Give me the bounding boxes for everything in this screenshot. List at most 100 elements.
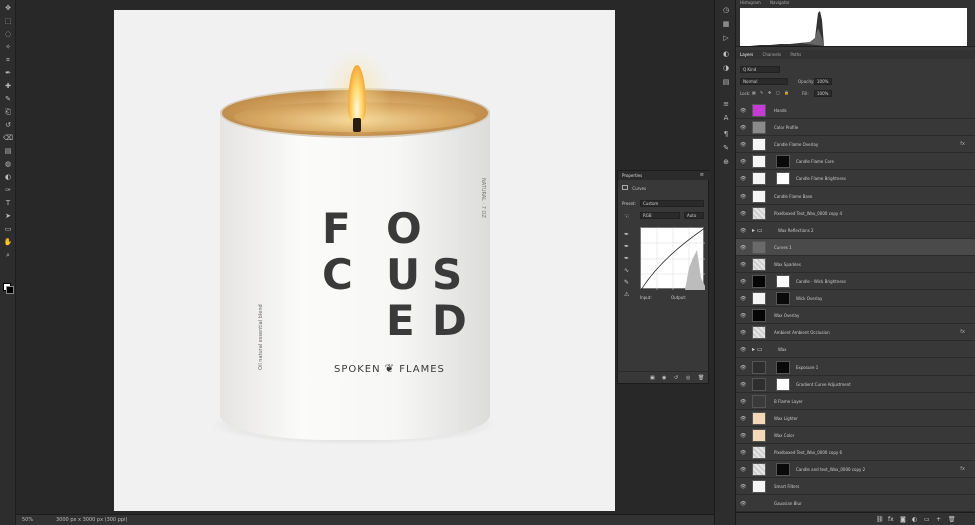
layer-thumbnail[interactable]: [752, 104, 766, 117]
layer-effects-icon[interactable]: fx: [960, 141, 965, 147]
tab-histogram[interactable]: Histogram: [740, 0, 761, 5]
tab-navigator[interactable]: Navigator: [770, 0, 790, 5]
link-layers-icon[interactable]: ⛓: [876, 516, 884, 523]
layer-thumbnail[interactable]: [752, 377, 766, 391]
dodge-icon[interactable]: ◐: [3, 173, 13, 181]
layer-row[interactable]: 👁 Gradient Curve Adjustment: [736, 376, 975, 393]
layer-thumbnail[interactable]: [752, 189, 766, 203]
layer-thumbnail[interactable]: [752, 155, 766, 169]
clip-layer-icon[interactable]: ▣: [650, 375, 655, 381]
adjustments-icon[interactable]: ◑: [721, 64, 731, 74]
layer-thumbnail[interactable]: [752, 326, 766, 340]
layer-thumbnail[interactable]: [752, 394, 766, 408]
visibility-eye-icon[interactable]: 👁: [740, 365, 746, 371]
history-icon[interactable]: ◷: [721, 6, 731, 16]
type-icon[interactable]: T: [3, 199, 13, 207]
blur-icon[interactable]: ◍: [3, 160, 13, 168]
layer-row[interactable]: 👁 Wax Color: [736, 427, 975, 444]
layer-mask-thumbnail[interactable]: [776, 155, 790, 169]
tab-channels[interactable]: Channels: [763, 50, 782, 57]
layer-thumbnail[interactable]: [752, 411, 766, 425]
pen-icon[interactable]: ✑: [3, 186, 13, 194]
healing-icon[interactable]: ✚: [3, 82, 13, 90]
panel-menu-icon[interactable]: ≡: [700, 172, 704, 178]
zoom-level[interactable]: 50%: [22, 517, 33, 523]
preset-select[interactable]: Custom: [640, 200, 704, 207]
layer-thumbnail[interactable]: [752, 360, 766, 374]
layer-row[interactable]: 👁 Curves 1: [736, 238, 975, 256]
folder-icon[interactable]: ▸ ▭: [752, 227, 763, 234]
history-brush-icon[interactable]: ↺: [3, 121, 13, 129]
lock-all-icon[interactable]: 🔒: [784, 90, 789, 95]
zoom-icon[interactable]: ⌕: [3, 251, 13, 259]
visibility-eye-icon[interactable]: 👁: [740, 484, 746, 490]
layer-row[interactable]: 👁 ▸ ▭ Wax: [736, 341, 975, 359]
hand-adjust-icon[interactable]: ☜: [624, 213, 632, 221]
visibility-eye-icon[interactable]: 👁: [740, 125, 746, 131]
curves-graph[interactable]: [640, 227, 706, 291]
layer-row[interactable]: 👁 Gaussian Blur: [736, 495, 975, 513]
layer-row[interactable]: 👁 Candle Flame Overlay fx: [736, 136, 975, 154]
view-previous-icon[interactable]: ◉: [662, 375, 666, 381]
layer-thumbnail[interactable]: [752, 480, 766, 494]
layer-row[interactable]: 👁 Candle Flame Base: [736, 188, 975, 205]
tab-paths[interactable]: Paths: [790, 50, 801, 57]
layer-style-icon[interactable]: fx: [888, 516, 894, 523]
sample-white-icon[interactable]: ✒: [624, 255, 632, 263]
shape-icon[interactable]: ▭: [3, 225, 13, 233]
visibility-eye-icon[interactable]: 👁: [740, 399, 746, 405]
layer-row[interactable]: 👁 Color Profile: [736, 119, 975, 137]
clone-source-icon[interactable]: ⊕: [721, 158, 731, 168]
layer-row[interactable]: 👁 Wax Sparkles: [736, 256, 975, 273]
layer-thumbnail[interactable]: [752, 240, 766, 254]
layer-mask-thumbnail[interactable]: [776, 377, 790, 391]
stamp-icon[interactable]: ⎗: [3, 108, 13, 116]
crop-icon[interactable]: ⌗: [3, 56, 13, 64]
brush-settings-icon[interactable]: ✎: [721, 144, 731, 154]
layer-row[interactable]: 👁 Candle - Wick Brightness: [736, 273, 975, 290]
layer-mask-thumbnail[interactable]: [776, 292, 790, 306]
new-group-icon[interactable]: ▭: [924, 516, 930, 523]
sample-black-icon[interactable]: ✒: [624, 231, 632, 239]
visibility-eye-icon[interactable]: 👁: [740, 262, 746, 268]
document-canvas[interactable]: F O C U S E D SPOKEN ❦ FLAMES Oil natura…: [114, 10, 615, 511]
marquee-icon[interactable]: ⬚: [3, 17, 13, 25]
path-select-icon[interactable]: ➤: [3, 212, 13, 220]
lock-paint-icon[interactable]: ✎: [760, 90, 763, 95]
visibility-eye-icon[interactable]: 👁: [740, 211, 746, 217]
visibility-eye-icon[interactable]: 👁: [740, 228, 746, 234]
visibility-eye-icon[interactable]: 👁: [740, 467, 746, 473]
visibility-eye-icon[interactable]: 👁: [740, 416, 746, 422]
eraser-icon[interactable]: ⌫: [3, 134, 13, 142]
layer-thumbnail[interactable]: [752, 121, 766, 135]
visibility-eye-icon[interactable]: 👁: [740, 382, 746, 388]
visibility-eye-icon[interactable]: 👁: [740, 450, 746, 456]
new-layer-icon[interactable]: +: [936, 516, 941, 523]
layer-row[interactable]: 👁 Candle Flame Brightness: [736, 170, 975, 188]
visibility-eye-icon[interactable]: 👁: [740, 501, 746, 507]
lock-artboard-icon[interactable]: ▢: [776, 90, 780, 95]
layer-row[interactable]: 👁 Pixelboxed Text_Wax_0000 copy 4: [736, 205, 975, 222]
layer-row[interactable]: 👁 Candle Flame Core: [736, 153, 975, 171]
pencil-icon[interactable]: ✎: [624, 279, 632, 287]
folder-icon[interactable]: ▸ ▭: [752, 346, 763, 353]
layer-thumbnail[interactable]: [752, 309, 766, 323]
reset-icon[interactable]: ↺: [674, 375, 678, 381]
properties-icon[interactable]: ≡: [721, 100, 731, 110]
swatches-icon[interactable]: ▦: [721, 20, 731, 30]
visibility-eye-icon[interactable]: 👁: [740, 279, 746, 285]
visibility-eye-icon[interactable]: 👁: [740, 108, 746, 114]
visibility-eye-icon[interactable]: 👁: [740, 330, 746, 336]
actions-icon[interactable]: ▷: [721, 34, 731, 44]
move-icon[interactable]: ✥: [3, 4, 13, 12]
layer-mask-thumbnail[interactable]: [776, 463, 790, 477]
visibility-eye-icon[interactable]: 👁: [740, 142, 746, 148]
layer-row[interactable]: 👁 Pixelboxed Text_Wax_0000 copy 6: [736, 444, 975, 461]
fill-input[interactable]: 100%: [814, 90, 832, 97]
blend-mode-select[interactable]: Normal: [740, 78, 788, 85]
layer-effects-icon[interactable]: fx: [960, 329, 965, 335]
add-mask-icon[interactable]: ◙: [900, 516, 906, 523]
visibility-eye-icon[interactable]: 👁: [740, 347, 746, 353]
layer-row[interactable]: 👁 Wick Overlay: [736, 290, 975, 308]
layer-row[interactable]: 👁 ▸ ▭ Wax Reflections 2: [736, 222, 975, 239]
